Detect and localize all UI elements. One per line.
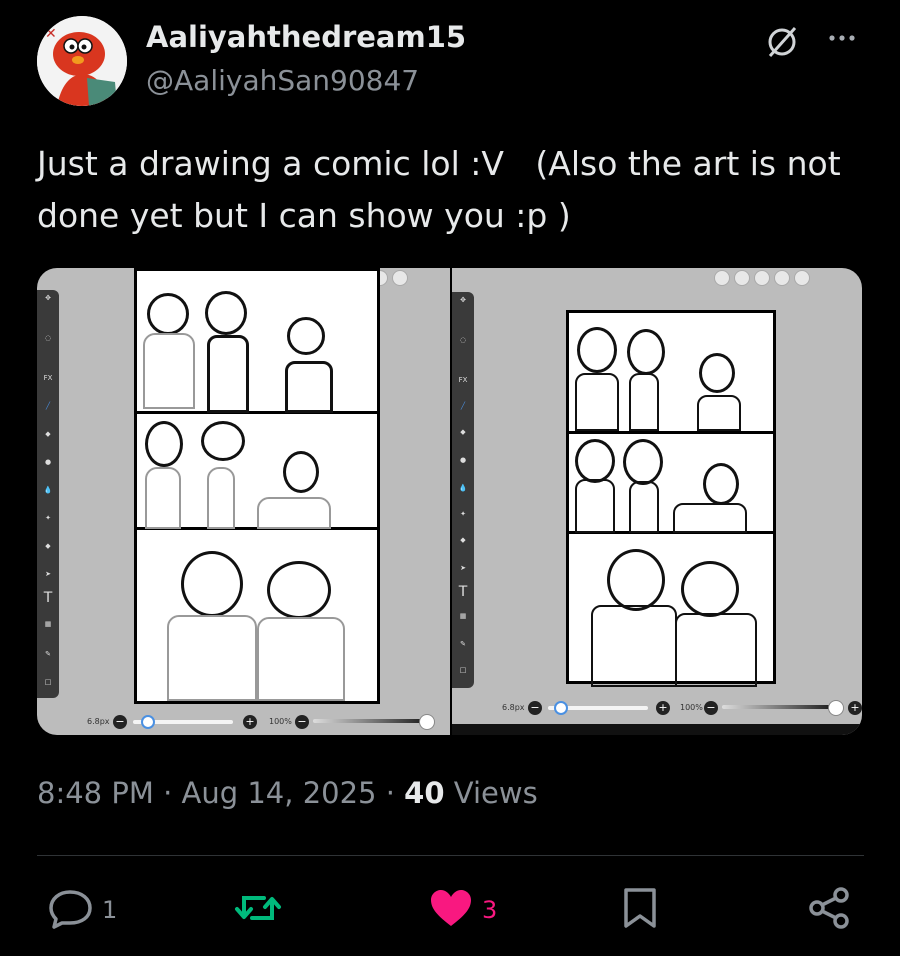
smudge-icon[interactable]: ● (455, 456, 471, 464)
vector-icon[interactable]: ➤ (455, 564, 471, 572)
transform-icon[interactable]: ✥ (455, 296, 471, 304)
brush-settings-bar[interactable]: 6.8px − + 100% − + (502, 698, 862, 720)
tweet-metadata: 8:48 PM · Aug 14, 2025 · 40 Views (37, 776, 538, 810)
brush-size-plus[interactable]: + (243, 715, 257, 729)
brush-size-label: 6.8px (502, 703, 525, 712)
eyedropper-icon[interactable]: ✎ (40, 650, 56, 658)
lasso-icon[interactable]: ◌ (40, 334, 56, 342)
separator: · (385, 776, 395, 810)
fx-icon[interactable]: FX (40, 374, 56, 382)
bucket-icon[interactable]: ◆ (40, 542, 56, 550)
vector-icon[interactable]: ➤ (40, 570, 56, 578)
brush-size-minus[interactable]: − (528, 701, 542, 715)
eraser-icon[interactable]: ◆ (40, 430, 56, 438)
divider (37, 855, 864, 856)
avatar[interactable]: ✕ (37, 16, 127, 106)
app-bottom-bar (452, 724, 862, 735)
grok-icon[interactable] (762, 22, 802, 62)
bookmark-button[interactable] (620, 888, 660, 932)
canvas-icon[interactable]: □ (40, 678, 56, 686)
opacity-minus[interactable]: − (295, 715, 309, 729)
reply-button[interactable]: 1 (48, 888, 117, 932)
blur-icon[interactable]: 💧 (455, 484, 471, 492)
like-icon (428, 887, 474, 933)
tweet-text: Just a drawing a comic lol :V (Also the … (37, 144, 852, 235)
lasso-icon[interactable]: ◌ (455, 336, 471, 344)
author-display-name[interactable]: Aaliyahthedream15 (146, 20, 466, 54)
tool-sidebar[interactable]: ✥ ◌ FX ╱ ◆ ● 💧 ✦ ◆ ➤ T ▦ ✎ □ (37, 290, 59, 698)
brush-icon[interactable]: ╱ (455, 402, 471, 410)
fx-icon[interactable]: FX (455, 376, 471, 384)
opacity-plus[interactable]: + (848, 701, 862, 715)
bucket-icon[interactable]: ◆ (455, 536, 471, 544)
opacity-label: 100% (269, 717, 292, 726)
opacity-slider[interactable] (313, 719, 423, 723)
opacity-slider[interactable] (722, 705, 830, 709)
tool-sidebar[interactable]: ✥ ◌ FX ╱ ◆ ● 💧 ✦ ◆ ➤ T ▦ ✎ □ (452, 292, 474, 688)
special-icon[interactable]: ✦ (40, 514, 56, 522)
eyedropper-icon[interactable]: ✎ (455, 640, 471, 648)
repost-button[interactable] (232, 888, 292, 932)
media-image-left[interactable]: ✥ ◌ FX ╱ ◆ ● 💧 ✦ ◆ ➤ T ▦ ✎ □ 6.8px − + 1… (37, 268, 450, 735)
opacity-handle[interactable] (828, 700, 844, 716)
canvas-icon[interactable]: □ (455, 666, 471, 674)
opacity-label: 100% (680, 703, 703, 712)
text-tool-icon[interactable]: T (455, 584, 471, 600)
transform-icon[interactable]: ✥ (40, 294, 56, 302)
brush-icon[interactable]: ╱ (40, 402, 56, 410)
blur-icon[interactable]: 💧 (40, 486, 56, 494)
like-count: 3 (482, 896, 498, 924)
top-toolbar-icons (714, 270, 814, 286)
tweet-media[interactable]: ✥ ◌ FX ╱ ◆ ● 💧 ✦ ◆ ➤ T ▦ ✎ □ 6.8px − + 1… (37, 268, 862, 735)
reply-icon (48, 886, 94, 934)
smudge-icon[interactable]: ● (40, 458, 56, 466)
brush-size-handle[interactable] (554, 701, 568, 715)
opacity-handle[interactable] (419, 714, 435, 730)
opacity-minus[interactable]: − (704, 701, 718, 715)
comic-canvas-right (566, 310, 776, 687)
bookmark-icon (620, 886, 660, 934)
comic-canvas-left (134, 268, 380, 704)
brush-size-label: 6.8px (87, 717, 110, 726)
media-image-right[interactable]: ✥ ◌ FX ╱ ◆ ● 💧 ✦ ◆ ➤ T ▦ ✎ □ 6.8px − + 1… (452, 268, 862, 735)
views-label: Views (453, 776, 538, 810)
text-tool-icon[interactable]: T (40, 590, 56, 606)
views-count[interactable]: 40 (404, 776, 444, 810)
brush-settings-bar[interactable]: 6.8px − + 100% − (87, 712, 447, 734)
tweet-time: 8:48 PM (37, 776, 154, 810)
frame-divider-icon[interactable]: ▦ (40, 620, 56, 628)
eraser-icon[interactable]: ◆ (455, 428, 471, 436)
share-icon (806, 886, 852, 934)
special-icon[interactable]: ✦ (455, 510, 471, 518)
repost-icon (232, 886, 284, 934)
like-button[interactable]: 3 (428, 888, 497, 932)
separator: · (163, 776, 173, 810)
svg-text:✕: ✕ (45, 26, 57, 42)
brush-size-minus[interactable]: − (113, 715, 127, 729)
brush-size-handle[interactable] (141, 715, 155, 729)
share-button[interactable] (806, 886, 852, 934)
author-handle[interactable]: @AaliyahSan90847 (146, 64, 419, 97)
reply-count: 1 (102, 896, 118, 924)
tweet-date[interactable]: Aug 14, 2025 (182, 776, 377, 810)
frame-divider-icon[interactable]: ▦ (455, 612, 471, 620)
more-icon[interactable] (822, 22, 862, 62)
brush-size-plus[interactable]: + (656, 701, 670, 715)
